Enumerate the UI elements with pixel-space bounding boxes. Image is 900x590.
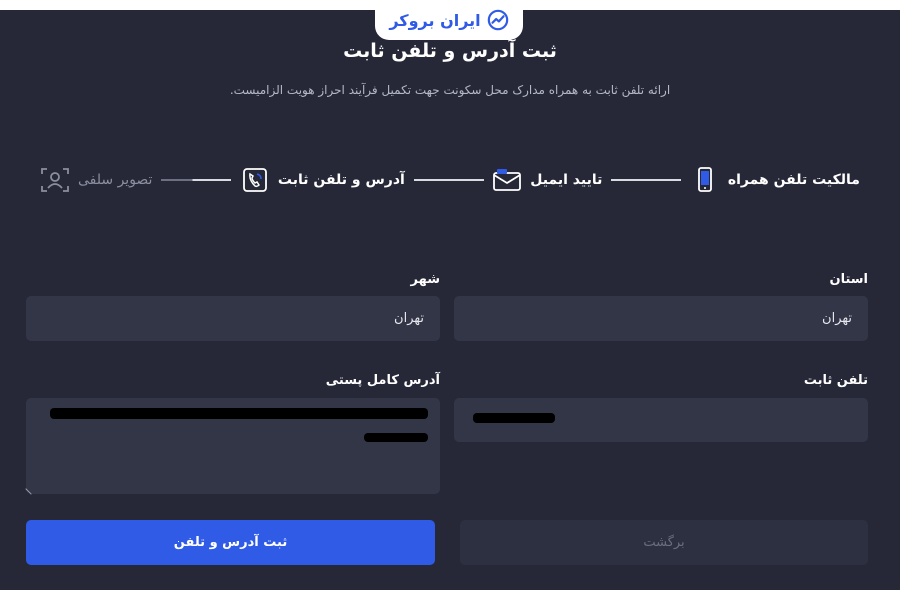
step-label: تصویر سلفی — [78, 172, 153, 188]
brand-name: ایران بروکر — [389, 10, 481, 30]
province-value: تهران — [822, 311, 852, 326]
mobile-phone-icon — [690, 165, 720, 195]
address-redaction — [364, 433, 428, 442]
city-select[interactable]: تهران — [26, 296, 440, 341]
city-value: تهران — [394, 311, 424, 326]
landline-redaction — [473, 413, 555, 423]
page-title: ثبت آدرس و تلفن ثابت — [343, 40, 557, 62]
brand-chart-icon — [487, 9, 508, 31]
step-label: تایید ایمیل — [530, 172, 603, 188]
brand-logo[interactable]: ایران بروکر — [375, 0, 523, 40]
back-button[interactable]: برگشت — [460, 520, 868, 565]
progress-stepper: مالکیت تلفن همراه تایید ایمیل آدرس و تلف… — [40, 162, 860, 198]
step-mobile-ownership: مالکیت تلفن همراه — [690, 165, 860, 195]
email-icon — [492, 165, 522, 195]
submit-button[interactable]: ثبت آدرس و تلفن — [26, 520, 435, 565]
address-label: آدرس کامل پستی — [325, 373, 440, 388]
step-connector — [161, 179, 232, 181]
step-connector — [611, 179, 682, 181]
landline-label: تلفن ثابت — [803, 373, 868, 388]
step-selfie: تصویر سلفی — [40, 165, 152, 195]
phone-call-icon — [240, 165, 270, 195]
step-connector — [413, 179, 484, 181]
step-label: مالکیت تلفن همراه — [727, 172, 860, 188]
page-subtitle: ارائه تلفن ثابت به همراه مدارک محل سکونت… — [229, 83, 671, 97]
province-label: استان — [829, 272, 868, 287]
city-label: شهر — [410, 272, 440, 287]
selfie-face-icon — [40, 165, 70, 195]
step-label: آدرس و تلفن ثابت — [277, 172, 405, 188]
step-email-verify: تایید ایمیل — [492, 165, 602, 195]
step-address-phone: آدرس و تلفن ثابت — [240, 165, 405, 195]
address-redaction — [50, 408, 428, 419]
province-select[interactable]: تهران — [454, 296, 868, 341]
